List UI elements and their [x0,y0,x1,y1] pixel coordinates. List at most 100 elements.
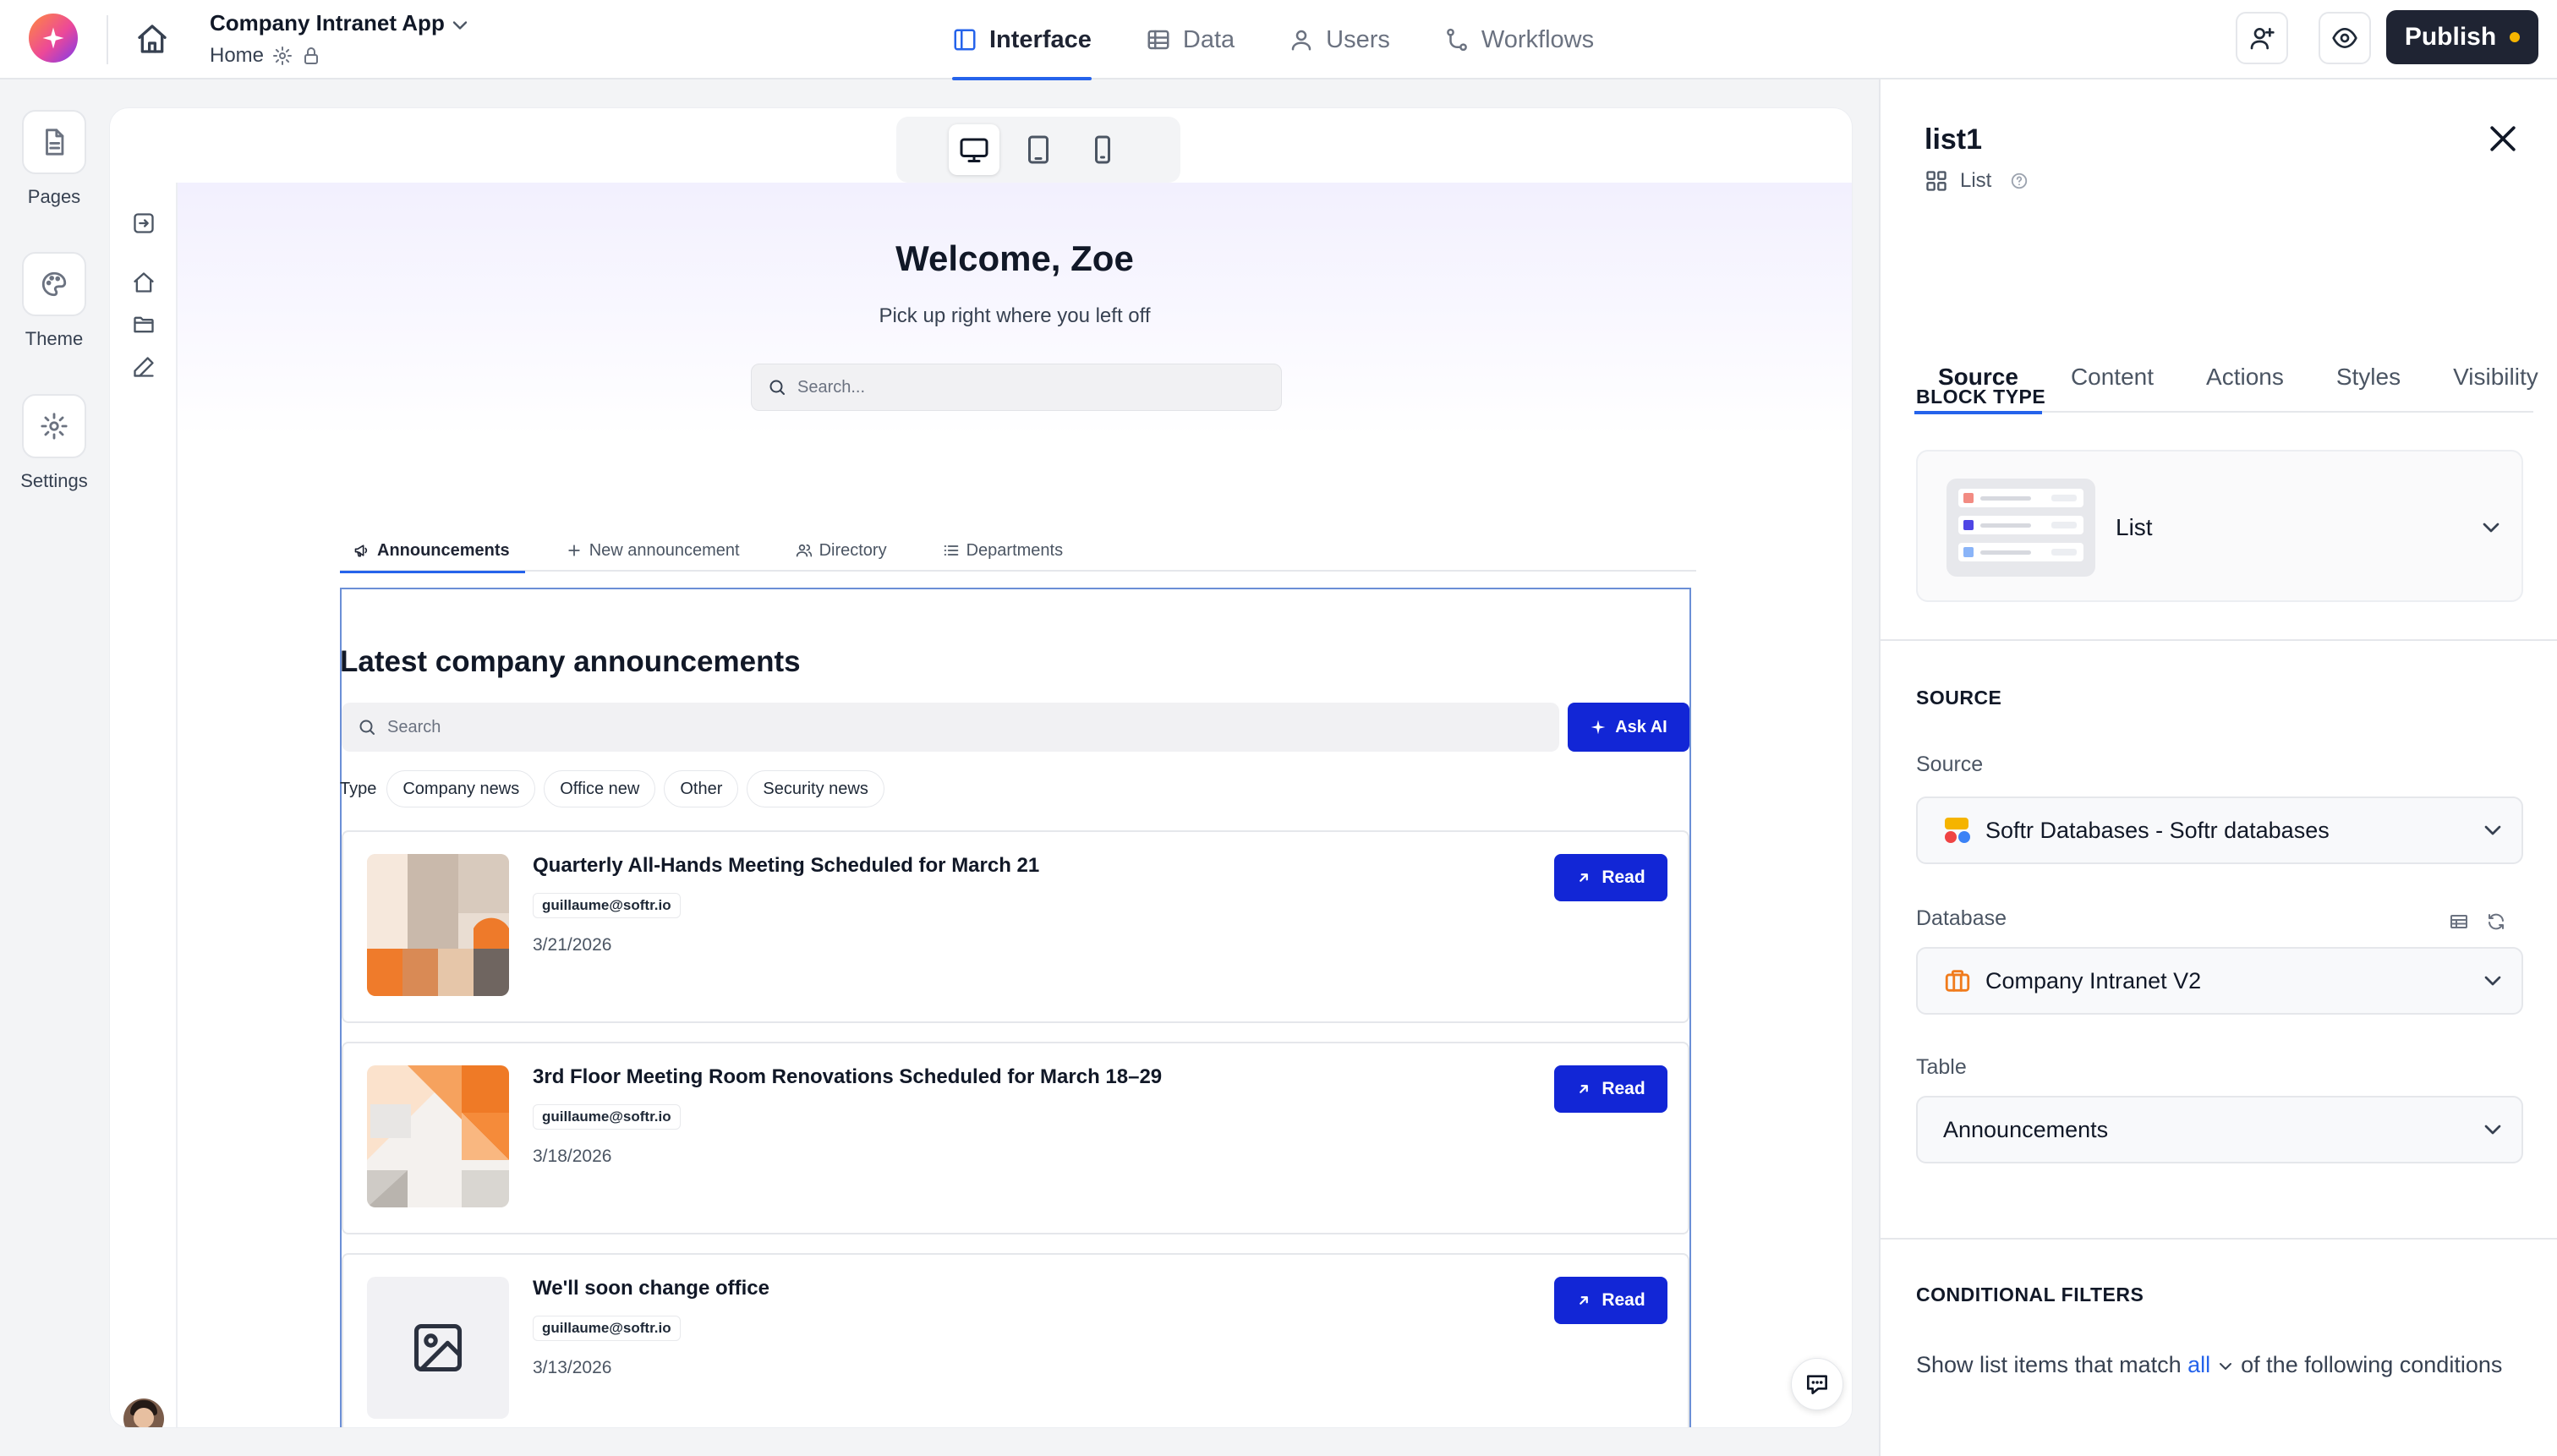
subnav-new-announcement[interactable]: New announcement [550,529,755,572]
table-icon [1147,30,1169,50]
list-item[interactable]: 3rd Floor Meeting Room Renovations Sched… [342,1042,1689,1234]
subnav-new-announcement-label: New announcement [589,540,740,560]
rail-settings[interactable]: Settings [0,394,108,492]
chat-icon [1807,1375,1827,1394]
preview-button[interactable] [2319,12,2371,64]
search-icon [359,720,375,735]
tab-workflows[interactable]: Workflows [1444,0,1594,79]
app-title[interactable]: Company Intranet App [210,10,445,36]
search-icon [769,380,785,395]
chat-button[interactable] [1791,1358,1843,1410]
table-view-icon[interactable] [2449,911,2469,932]
help-icon[interactable] [2010,172,2029,190]
arrow-up-right-icon [1580,1085,1589,1093]
chevron-down-icon [2484,976,2501,986]
read-button[interactable]: Read [1554,1277,1667,1324]
filter-chip-other[interactable]: Other [664,770,739,807]
home-button[interactable] [132,19,172,59]
app-switcher-chevron[interactable] [448,14,472,37]
subnav-announcements-label: Announcements [377,540,510,560]
rail-theme[interactable]: Theme [0,252,108,350]
rail-settings-button[interactable] [22,394,86,458]
table-value: Announcements [1943,1116,2109,1142]
mobile-view-button[interactable] [1077,124,1128,175]
block-type-selector[interactable]: List [1916,450,2523,602]
close-panel-button[interactable] [2484,120,2521,157]
filter-chip-office-new[interactable]: Office new [544,770,656,807]
item-title[interactable]: Quarterly All-Hands Meeting Scheduled fo… [533,854,1039,878]
rail-pages-label: Pages [27,186,81,207]
invite-user-button[interactable] [2236,12,2288,64]
filter-chip-company-news[interactable]: Company news [386,770,536,807]
subnav-announcements[interactable]: Announcements [340,529,525,573]
rail-theme-button[interactable] [22,252,86,316]
hero-search-input[interactable]: Search... [751,364,1282,411]
chevron-down-icon[interactable] [2215,1356,2236,1377]
panel-tab-actions[interactable]: Actions [2182,342,2308,413]
list-item[interactable]: We'll soon change office guillaume@softr… [342,1253,1689,1427]
subnav-departments[interactable]: Departments [928,529,1079,572]
publish-button[interactable]: Publish [2386,10,2538,64]
subnav-departments-label: Departments [966,540,1064,560]
database-value: Company Intranet V2 [1985,967,2202,993]
tablet-view-button[interactable] [1013,124,1064,175]
folder-button[interactable] [127,308,161,342]
home-page-button[interactable] [127,265,161,299]
edit-button[interactable] [127,350,161,384]
canvas-tool-column [110,183,178,1427]
database-select[interactable]: Company Intranet V2 [1916,947,2523,1015]
item-title[interactable]: 3rd Floor Meeting Room Renovations Sched… [533,1065,1162,1089]
device-switcher [896,117,1180,183]
lock-icon[interactable] [301,46,321,66]
source-heading: SOURCE [1916,687,2002,709]
user-icon [1291,30,1311,51]
softr-databases-icon [1943,816,1972,845]
home-icon [138,25,167,53]
item-author-badge: guillaume@softr.io [533,893,681,918]
refresh-icon[interactable] [2486,911,2506,932]
exit-preview-button[interactable] [127,206,161,240]
panel-tab-styles[interactable]: Styles [2313,342,2424,413]
rail-theme-label: Theme [25,328,84,349]
ask-ai-button[interactable]: Ask AI [1568,703,1689,752]
read-label: Read [1602,1290,1645,1310]
rail-pages-button[interactable] [22,110,86,174]
ask-ai-label: Ask AI [1615,717,1667,736]
tab-data[interactable]: Data [1146,0,1235,79]
match-mode-select[interactable]: all [2187,1352,2210,1377]
list-heading: Latest company announcements [340,645,801,678]
layout-icon [954,29,976,51]
rail-pages[interactable]: Pages [0,110,108,208]
desktop-view-button[interactable] [949,124,999,175]
panel-tab-visibility[interactable]: Visibility [2429,342,2557,413]
source-value: Softr Databases - Softr databases [1985,817,2330,843]
panel-tab-content[interactable]: Content [2047,342,2177,413]
filter-chip-security-news[interactable]: Security news [747,770,884,807]
source-select[interactable]: Softr Databases - Softr databases [1916,796,2523,864]
phone-icon [1095,135,1110,164]
list-search-input[interactable]: Search [342,703,1559,752]
item-title[interactable]: We'll soon change office [533,1277,769,1300]
gear-icon[interactable] [272,46,293,66]
arrow-up-right-icon [1580,873,1589,882]
tab-users[interactable]: Users [1289,0,1390,79]
subnav-directory[interactable]: Directory [780,529,902,572]
item-date: 3/21/2026 [533,935,612,955]
workflow-icon [1447,28,1467,52]
list-item[interactable]: Quarterly All-Hands Meeting Scheduled fo… [342,830,1689,1023]
source-label: Source [1916,753,1984,776]
tab-interface[interactable]: Interface [952,0,1092,80]
breadcrumb-page[interactable]: Home [210,44,264,68]
close-icon [2490,126,2516,151]
section-divider [1881,639,2557,641]
item-thumbnail [367,854,509,996]
softr-logo[interactable] [29,14,78,63]
read-button[interactable]: Read [1554,1065,1667,1113]
block-name[interactable]: list1 [1925,123,1982,156]
item-date: 3/13/2026 [533,1358,612,1377]
read-button[interactable]: Read [1554,854,1667,901]
item-author-badge: guillaume@softr.io [533,1316,681,1341]
chevron-down-icon [2483,523,2500,533]
list-block-selected[interactable]: Latest company announcements Search Ask … [340,588,1691,1427]
table-select[interactable]: Announcements [1916,1096,2523,1163]
